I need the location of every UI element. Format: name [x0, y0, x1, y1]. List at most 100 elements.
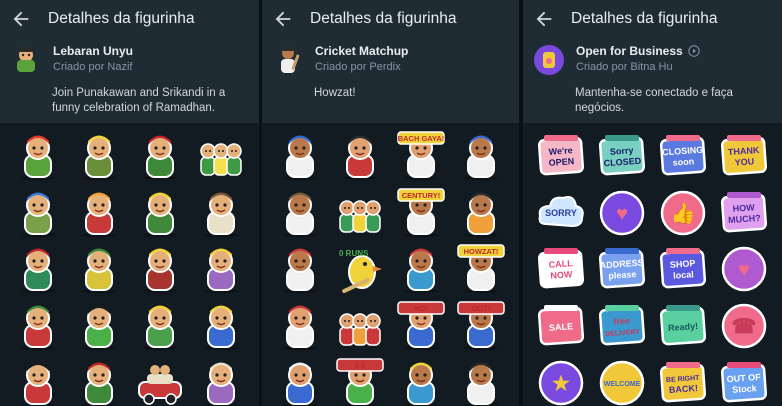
sticker-cricket-6[interactable]	[330, 185, 390, 242]
sticker-business-20[interactable]: OUT OF Stock	[713, 354, 774, 406]
sticker-image	[142, 192, 177, 238]
pack-author[interactable]: Criado por Bitna Hu	[576, 61, 700, 73]
sticker-lebaran-14[interactable]	[69, 298, 130, 355]
sticker-cricket-16[interactable]: OUT!	[451, 298, 511, 355]
sticker-cricket-11[interactable]	[391, 241, 451, 298]
sticker-business-9[interactable]: CALL NOW	[531, 241, 592, 298]
sticker-cricket-14[interactable]	[330, 298, 390, 355]
sticker-business-1[interactable]: We're OPEN	[531, 128, 592, 185]
sticker-business-6[interactable]: ♥	[592, 185, 653, 242]
sticker-image: ♥	[721, 247, 766, 292]
sticker-image	[339, 200, 382, 233]
sticker-business-8[interactable]: HOW MUCH?	[713, 185, 774, 242]
title-bar: Detalhes da figurinha	[262, 0, 519, 38]
sticker-lebaran-5[interactable]	[8, 185, 69, 242]
sticker-image	[403, 248, 438, 294]
sticker-cricket-5[interactable]	[270, 185, 330, 242]
sticker-image: 0 RUNS	[339, 249, 383, 294]
sticker-lebaran-7[interactable]	[130, 185, 191, 242]
back-arrow-icon[interactable]	[10, 8, 32, 30]
sticker-business-5[interactable]: SORRY	[531, 185, 592, 242]
pack-author[interactable]: Criado por Perdix	[315, 61, 408, 73]
sticker-cricket-19[interactable]	[391, 354, 451, 406]
sticker-business-18[interactable]: WELCOME	[592, 354, 653, 406]
sticker-business-2[interactable]: Sorry CLOSED	[592, 128, 653, 185]
sticker-business-12[interactable]: ♥	[713, 241, 774, 298]
sticker-business-10[interactable]: ADDRESS please	[592, 241, 653, 298]
sticker-image	[82, 135, 117, 181]
sticker-image	[21, 192, 56, 238]
sticker-business-13[interactable]: SALE	[531, 298, 592, 355]
sticker-lebaran-12[interactable]	[190, 241, 251, 298]
svg-text:♥: ♥	[738, 259, 750, 281]
sticker-business-14[interactable]: free DELIVERY	[592, 298, 653, 355]
sticker-business-19[interactable]: BE RIGHT BACK!	[653, 354, 714, 406]
sticker-business-16[interactable]: ☎	[713, 298, 774, 355]
pack-author[interactable]: Criado por Nazif	[53, 61, 133, 73]
sticker-cricket-17[interactable]	[270, 354, 330, 406]
sticker-lebaran-11[interactable]	[130, 241, 191, 298]
sticker-cricket-2[interactable]	[330, 128, 390, 185]
sticker-cricket-4[interactable]	[451, 128, 511, 185]
sticker-lebaran-16[interactable]	[190, 298, 251, 355]
sticker-image	[21, 305, 56, 351]
screen-title: Detalhes da figurinha	[571, 10, 718, 27]
sticker-lebaran-13[interactable]	[8, 298, 69, 355]
sticker-lebaran-3[interactable]	[130, 128, 191, 185]
sticker-lebaran-10[interactable]	[69, 241, 130, 298]
svg-text:Ready!: Ready!	[668, 321, 699, 333]
sticker-image: WELCOME	[599, 360, 645, 405]
sticker-lebaran-19[interactable]	[130, 354, 191, 406]
pack-description: Join Punakawan and Srikandi in a funny c…	[52, 87, 226, 114]
sticker-lebaran-6[interactable]	[69, 185, 130, 242]
sticker-cricket-3[interactable]: BACH GAYA!	[391, 128, 451, 185]
sticker-image: ADDRESSplease	[599, 248, 646, 289]
sticker-image	[283, 192, 318, 238]
sticker-lebaran-15[interactable]	[130, 298, 191, 355]
sticker-lebaran-8[interactable]	[190, 185, 251, 242]
back-arrow-icon[interactable]	[533, 8, 555, 30]
sticker-image: BACH GAYA!	[396, 131, 445, 181]
sticker-business-17[interactable]: ★	[531, 354, 592, 406]
sticker-image	[463, 192, 498, 238]
app-header: Detalhes da figurinha Open for Business …	[523, 0, 782, 123]
sticker-lebaran-2[interactable]	[69, 128, 130, 185]
sticker-lebaran-17[interactable]	[8, 354, 69, 406]
pack-info: Lebaran Unyu Criado por Nazif	[0, 38, 259, 76]
sticker-cricket-10[interactable]: 0 RUNS	[330, 241, 390, 298]
sticker-cricket-20[interactable]	[451, 354, 511, 406]
pack-name: Lebaran Unyu	[53, 44, 134, 58]
sticker-details-screen-cricket: Detalhes da figurinha Cricket Matchup Cr…	[262, 0, 519, 406]
sticker-lebaran-20[interactable]	[190, 354, 251, 406]
sticker-lebaran-18[interactable]	[69, 354, 130, 406]
sticker-lebaran-4[interactable]	[190, 128, 251, 185]
sticker-cricket-12[interactable]: HOWZAT!	[451, 241, 511, 298]
sticker-cricket-15[interactable]: NO!	[391, 298, 451, 355]
sticker-cricket-13[interactable]	[270, 298, 330, 355]
sticker-cricket-8[interactable]	[451, 185, 511, 242]
sticker-image	[142, 135, 177, 181]
sticker-business-11[interactable]: SHOP local	[653, 241, 714, 298]
sticker-cricket-18[interactable]: 6 6	[330, 354, 390, 406]
svg-text:Sorry: Sorry	[610, 146, 634, 158]
sticker-image	[82, 248, 117, 294]
sticker-image	[142, 305, 177, 351]
sticker-cricket-7[interactable]: CENTURY!	[391, 185, 451, 242]
svg-text:WELCOME: WELCOME	[604, 381, 641, 388]
sticker-business-15[interactable]: Ready!	[653, 298, 714, 355]
sticker-business-3[interactable]: CLOSING soon	[653, 128, 714, 185]
sticker-cricket-9[interactable]	[270, 241, 330, 298]
sticker-business-7[interactable]: 👍	[653, 185, 714, 242]
cricket-player-icon	[281, 46, 300, 73]
pack-name-text: Open for Business	[576, 44, 683, 58]
sticker-business-4[interactable]: THANK YOU	[713, 128, 774, 185]
svg-text:SHOP: SHOP	[669, 259, 695, 271]
svg-text:CALL: CALL	[549, 259, 574, 271]
back-arrow-icon[interactable]	[272, 8, 294, 30]
sticker-image	[82, 305, 117, 351]
sticker-image	[283, 305, 318, 351]
sticker-lebaran-9[interactable]	[8, 241, 69, 298]
svg-text:★: ★	[552, 373, 570, 395]
sticker-lebaran-1[interactable]	[8, 128, 69, 185]
sticker-cricket-1[interactable]	[270, 128, 330, 185]
